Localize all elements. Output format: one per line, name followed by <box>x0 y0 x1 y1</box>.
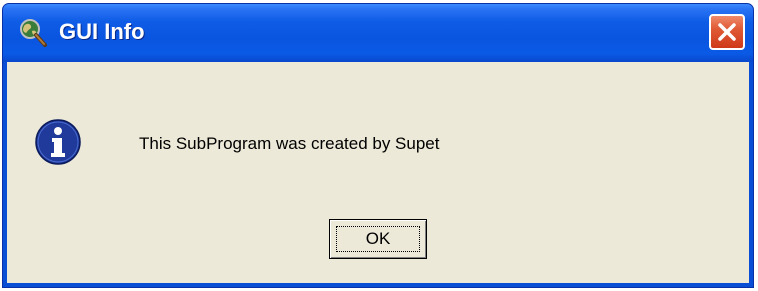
ok-button[interactable]: OK <box>329 219 427 259</box>
close-button[interactable] <box>709 14 745 50</box>
info-icon <box>34 118 82 166</box>
dialog-message: This SubProgram was created by Supet <box>139 134 440 153</box>
close-icon <box>718 23 736 41</box>
window-title: GUI Info <box>59 19 145 44</box>
title-bar[interactable]: GUI Info <box>3 4 753 62</box>
magnifier-globe-icon <box>17 17 49 49</box>
dialog-body: This SubProgram was created by Supet OK <box>7 62 749 283</box>
ok-button-label: OK <box>365 229 391 248</box>
dialog-window: GUI Info This SubProgram was created by … <box>2 3 754 288</box>
